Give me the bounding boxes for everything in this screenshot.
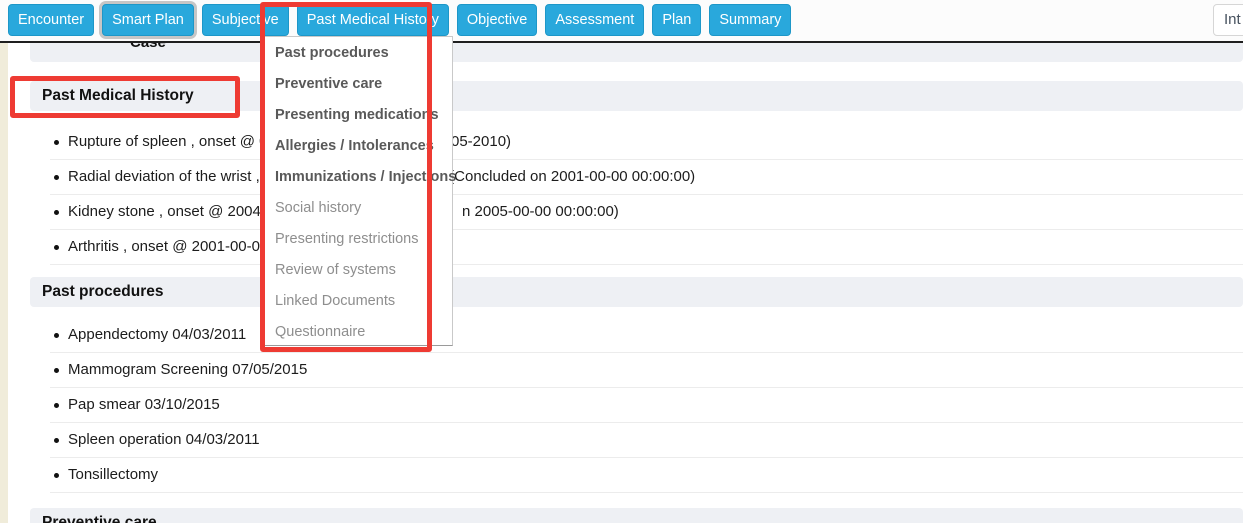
nav-buttons-group: EncounterSmart PlanSubjectivePast Medica… xyxy=(8,4,791,36)
left-margin-strip xyxy=(0,43,8,523)
top-navigation-bar: EncounterSmart PlanSubjectivePast Medica… xyxy=(0,0,1243,43)
section-past-procedures: Past procedures Appendectomy 04/03/2011 Ma… xyxy=(30,277,1243,493)
list-item-text-fragment: n 2005-00-00 00:00:00) xyxy=(462,195,619,229)
list-item-text: Tonsillectomy xyxy=(68,466,158,483)
list-item-text-fragment: ) (Concluded on 2001-00-00 00:00:00) xyxy=(440,160,695,194)
nav-button-smart-plan[interactable]: Smart Plan xyxy=(102,4,194,36)
list-item: Rupture of spleen , onset @ 0 -05-2010) xyxy=(50,125,1243,160)
menu-item-presenting-restrictions[interactable]: Presenting restrictions xyxy=(264,224,452,255)
nav-button-subjective[interactable]: Subjective xyxy=(202,4,289,36)
list-item: Spleen operation 04/03/2011 xyxy=(50,423,1243,458)
nav-button-objective[interactable]: Objective xyxy=(457,4,537,36)
sections-container: Past Medical History Rupture of spleen , … xyxy=(30,81,1243,523)
list-item: Pap smear 03/10/2015 xyxy=(50,388,1243,423)
nav-button-assessment[interactable]: Assessment xyxy=(545,4,644,36)
nav-button-plan[interactable]: Plan xyxy=(652,4,701,36)
section-past-medical-history: Past Medical History Rupture of spleen , … xyxy=(30,81,1243,265)
list-item-text: Rupture of spleen , onset @ 0 xyxy=(68,133,268,150)
list-item-text: Pap smear 03/10/2015 xyxy=(68,396,220,413)
list-item: Appendectomy 04/03/2011 xyxy=(50,318,1243,353)
list-item-text: Mammogram Screening 07/05/2015 xyxy=(68,361,307,378)
list-item-text: Radial deviation of the wrist , xyxy=(68,168,260,185)
list-item: Kidney stone , onset @ 2004- n 2005-00-00… xyxy=(50,195,1243,230)
intake-button-partial[interactable]: Int xyxy=(1213,4,1243,36)
menu-item-presenting-medications[interactable]: Presenting medications xyxy=(264,100,452,131)
list-item-text: Kidney stone , onset @ 2004- xyxy=(68,203,266,220)
menu-item-allergies-intolerances[interactable]: Allergies / Intolerances xyxy=(264,131,452,162)
list-item-text-fragment: -05-2010) xyxy=(446,125,511,159)
section-preventive-care: Preventive care xyxy=(30,508,1243,523)
menu-item-review-of-systems[interactable]: Review of systems xyxy=(264,255,452,286)
nav-button-past-medical-history[interactable]: Past Medical History xyxy=(297,4,449,36)
menu-item-questionnaire[interactable]: Questionnaire xyxy=(264,317,452,348)
list-item-text: Spleen operation 04/03/2011 xyxy=(68,431,260,448)
list-item: Mammogram Screening 07/05/2015 xyxy=(50,353,1243,388)
list-item: Tonsillectomy xyxy=(50,458,1243,493)
section-heading-past-medical-history: Past Medical History xyxy=(30,81,1243,111)
content-area: Case Past Medical HistoryRupture of sple… xyxy=(30,0,1243,523)
section-heading-preventive-care: Preventive care xyxy=(30,508,1243,523)
menu-item-linked-documents[interactable]: Linked Documents xyxy=(264,286,452,317)
menu-item-immunizations-injections[interactable]: Immunizations / Injections xyxy=(264,162,452,193)
list-item-text: Arthritis , onset @ 2001-00-00 xyxy=(68,238,268,255)
menu-item-past-procedures[interactable]: Past procedures xyxy=(264,38,452,69)
section-heading-past-procedures: Past procedures xyxy=(30,277,1243,307)
section-list: Appendectomy 04/03/2011 Mammogram Screeni… xyxy=(50,318,1243,493)
list-item: Arthritis , onset @ 2001-00-00 xyxy=(50,230,1243,265)
menu-item-social-history[interactable]: Social history xyxy=(264,193,452,224)
past-medical-history-dropdown: Past proceduresPreventive carePresenting… xyxy=(263,36,453,346)
menu-item-preventive-care[interactable]: Preventive care xyxy=(264,69,452,100)
nav-button-summary[interactable]: Summary xyxy=(709,4,791,36)
list-item-text: Appendectomy 04/03/2011 xyxy=(68,326,246,343)
section-list: Rupture of spleen , onset @ 0-05-2010)Ra… xyxy=(50,125,1243,265)
encounter-page: Case Past Medical HistoryRupture of sple… xyxy=(0,0,1243,523)
nav-button-encounter[interactable]: Encounter xyxy=(8,4,94,36)
list-item: Radial deviation of the wrist , ) (Conclu… xyxy=(50,160,1243,195)
